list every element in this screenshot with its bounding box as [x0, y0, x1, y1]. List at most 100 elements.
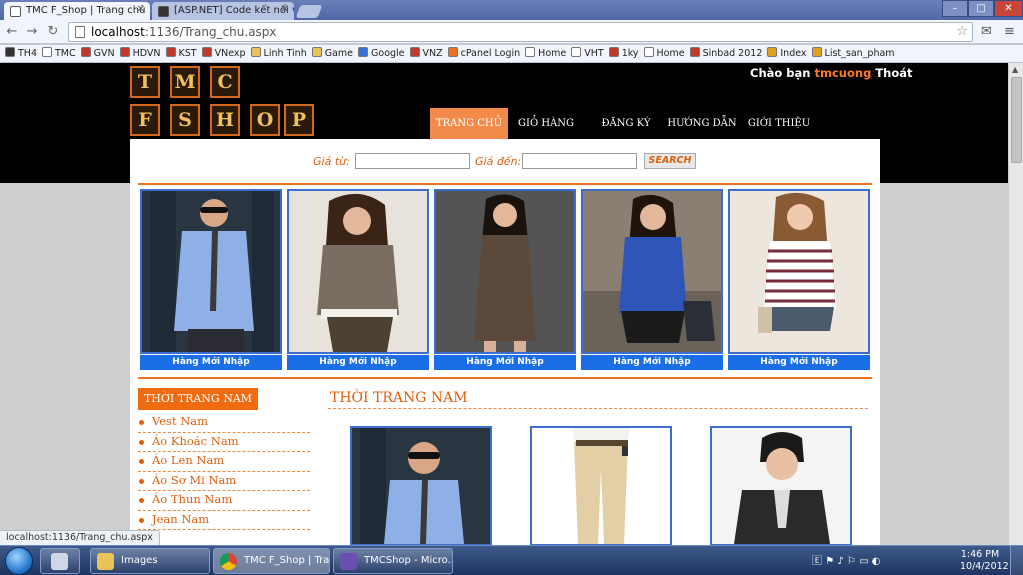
brand-icon: [201, 47, 212, 57]
back-arrow-icon[interactable]: ←: [4, 24, 20, 39]
category-label[interactable]: Áo Len Nam: [152, 453, 224, 467]
close-icon[interactable]: ✕: [137, 4, 145, 15]
system-tray[interactable]: 🄴 ⚑ ♪ ⚐ ▭ ◐: [812, 552, 880, 567]
tab-aspnet-code[interactable]: [ASP.NET] Code kết nối vớ ✕: [152, 2, 294, 20]
featured-product[interactable]: Hàng Mới Nhập: [581, 189, 723, 370]
category-label[interactable]: Áo Khoác Nam: [152, 434, 239, 448]
scrollbar-thumb[interactable]: [1011, 77, 1022, 163]
featured-product[interactable]: Hàng Mới Nhập: [287, 189, 429, 370]
display-icon[interactable]: ▭: [859, 556, 868, 567]
taskbar-visual-studio[interactable]: TMCShop - Micro...: [333, 548, 453, 574]
category-item-shirt[interactable]: Áo Sơ Mi Nam: [138, 472, 310, 491]
quicklaunch-unikey[interactable]: [40, 548, 80, 574]
bookmark-vht[interactable]: VHT: [571, 45, 604, 62]
menu-about[interactable]: GIỚI THIỆU: [743, 108, 815, 140]
category-item-sweater[interactable]: Áo Len Nam: [138, 452, 310, 472]
price-to-input[interactable]: [522, 153, 637, 169]
product-thumbnail[interactable]: [710, 426, 852, 545]
reload-icon[interactable]: ↻: [45, 24, 61, 39]
category-item-jean[interactable]: Jean Nam: [138, 511, 310, 530]
category-label[interactable]: Áo Sơ Mi Nam: [152, 473, 236, 487]
menu-guide[interactable]: HƯỚNG DẪN: [666, 108, 738, 140]
bookmark-home[interactable]: Home: [525, 45, 566, 62]
network-icon[interactable]: ⚑: [825, 556, 834, 567]
product-photo[interactable]: [728, 189, 870, 354]
ime-icon[interactable]: 🄴: [812, 556, 822, 567]
bookmark-game[interactable]: Game: [311, 45, 354, 62]
forward-arrow-icon[interactable]: →: [24, 24, 40, 39]
menu-cart[interactable]: GIỎ HÀNG: [510, 108, 582, 140]
page-favicon-icon: [10, 6, 21, 17]
product-photo[interactable]: [581, 189, 723, 354]
show-desktop-button[interactable]: [1010, 546, 1023, 575]
tab-tmc-fshop[interactable]: TMC F_Shop | Trang chủ ✕: [4, 2, 150, 20]
bookmark-label: Game: [324, 48, 354, 59]
bookmark-hdvn[interactable]: HDVN: [119, 45, 161, 62]
category-item-jacket[interactable]: Áo Khoác Nam: [138, 433, 310, 452]
price-from-input[interactable]: [355, 153, 470, 169]
start-button[interactable]: [5, 547, 33, 575]
bookmark-kst[interactable]: KST: [165, 45, 197, 62]
taskbar-chrome[interactable]: TMC F_Shop | Tra...: [213, 548, 330, 574]
product-caption[interactable]: Hàng Mới Nhập: [287, 355, 429, 370]
close-icon[interactable]: ✕: [281, 4, 289, 15]
product-thumbnail[interactable]: [350, 426, 492, 545]
bookmark-1ky[interactable]: 1ky: [608, 45, 639, 62]
bookmark-index[interactable]: Index: [767, 45, 807, 62]
bookmark-vnz[interactable]: VNZ: [409, 45, 443, 62]
bookmark-list-san-pham[interactable]: List_san_pham: [811, 45, 895, 62]
logout-link[interactable]: Thoát: [875, 66, 912, 80]
product-photo[interactable]: [287, 189, 429, 354]
bookmark-linh-tinh[interactable]: Linh Tinh: [250, 45, 307, 62]
featured-product[interactable]: Hàng Mới Nhập: [140, 189, 282, 370]
page-viewport: TMC FSHOP Chào bạn tmcuong Thoát TRANG CH…: [0, 63, 1008, 545]
volume-icon[interactable]: ♪: [837, 556, 843, 567]
product-photo[interactable]: [434, 189, 576, 354]
menu-home[interactable]: TRANG CHỦ: [430, 108, 508, 140]
bookmark-label: Linh Tinh: [263, 48, 307, 59]
sound-icon[interactable]: ◐: [872, 556, 881, 567]
product-caption[interactable]: Hàng Mới Nhập: [140, 355, 282, 370]
bookmark-label: GVN: [93, 48, 115, 59]
scroll-up-arrow-icon[interactable]: ▲: [1012, 65, 1018, 74]
menu-register[interactable]: ĐĂNG KÝ: [590, 108, 662, 140]
bookmark-vnexp[interactable]: VNexp: [201, 45, 246, 62]
new-tab-button[interactable]: [295, 5, 323, 18]
product-caption[interactable]: Hàng Mới Nhập: [728, 355, 870, 370]
category-label[interactable]: Áo Thun Nam: [152, 492, 232, 506]
username-link[interactable]: tmcuong: [815, 66, 872, 80]
address-bar[interactable]: localhost:1136/Trang_chu.aspx ☆: [68, 22, 973, 42]
featured-product[interactable]: Hàng Mới Nhập: [434, 189, 576, 370]
product-caption[interactable]: Hàng Mới Nhập: [434, 355, 576, 370]
search-button[interactable]: SEARCH: [644, 153, 696, 169]
bookmark-google[interactable]: Google: [358, 45, 405, 62]
wrench-menu-icon[interactable]: ≡: [1004, 24, 1015, 39]
product-thumbnail[interactable]: [530, 426, 672, 545]
bookmark-th4[interactable]: TH4: [5, 45, 37, 62]
maximize-button[interactable]: □: [968, 0, 994, 17]
vertical-scrollbar[interactable]: ▲: [1008, 63, 1023, 545]
bookmark-tmc[interactable]: TMC: [42, 45, 76, 62]
user-greeting: Chào bạn tmcuong Thoát: [750, 66, 913, 80]
window-close-button[interactable]: ✕: [994, 0, 1023, 17]
product-caption[interactable]: Hàng Mới Nhập: [581, 355, 723, 370]
taskbar-explorer[interactable]: Images: [90, 548, 210, 574]
bookmark-sinbad-2012[interactable]: Sinbad 2012: [689, 45, 762, 62]
category-label[interactable]: Vest Nam: [152, 414, 208, 428]
minimize-button[interactable]: –: [942, 0, 968, 17]
category-item-vest[interactable]: Vest Nam: [138, 413, 310, 433]
site-logo[interactable]: TMC FSHOP: [130, 64, 314, 140]
brand-icon: [608, 47, 619, 57]
featured-product[interactable]: Hàng Mới Nhập: [728, 189, 870, 370]
bookmark-gvn[interactable]: GVN: [80, 45, 115, 62]
price-from-label: Giá từ:: [313, 155, 350, 168]
bookmark-star-icon[interactable]: ☆: [956, 24, 968, 39]
bookmark-cpanel-login[interactable]: cPanel Login: [447, 45, 520, 62]
flag-icon[interactable]: ⚐: [847, 556, 856, 567]
taskbar-clock[interactable]: 1:46 PM 10/4/2012: [960, 549, 1009, 573]
product-photo[interactable]: [140, 189, 282, 354]
category-label[interactable]: Jean Nam: [152, 512, 209, 526]
category-item-tshirt[interactable]: Áo Thun Nam: [138, 491, 310, 511]
bookmark-home[interactable]: Home: [643, 45, 685, 62]
gmail-extension-icon[interactable]: ✉: [981, 24, 992, 39]
